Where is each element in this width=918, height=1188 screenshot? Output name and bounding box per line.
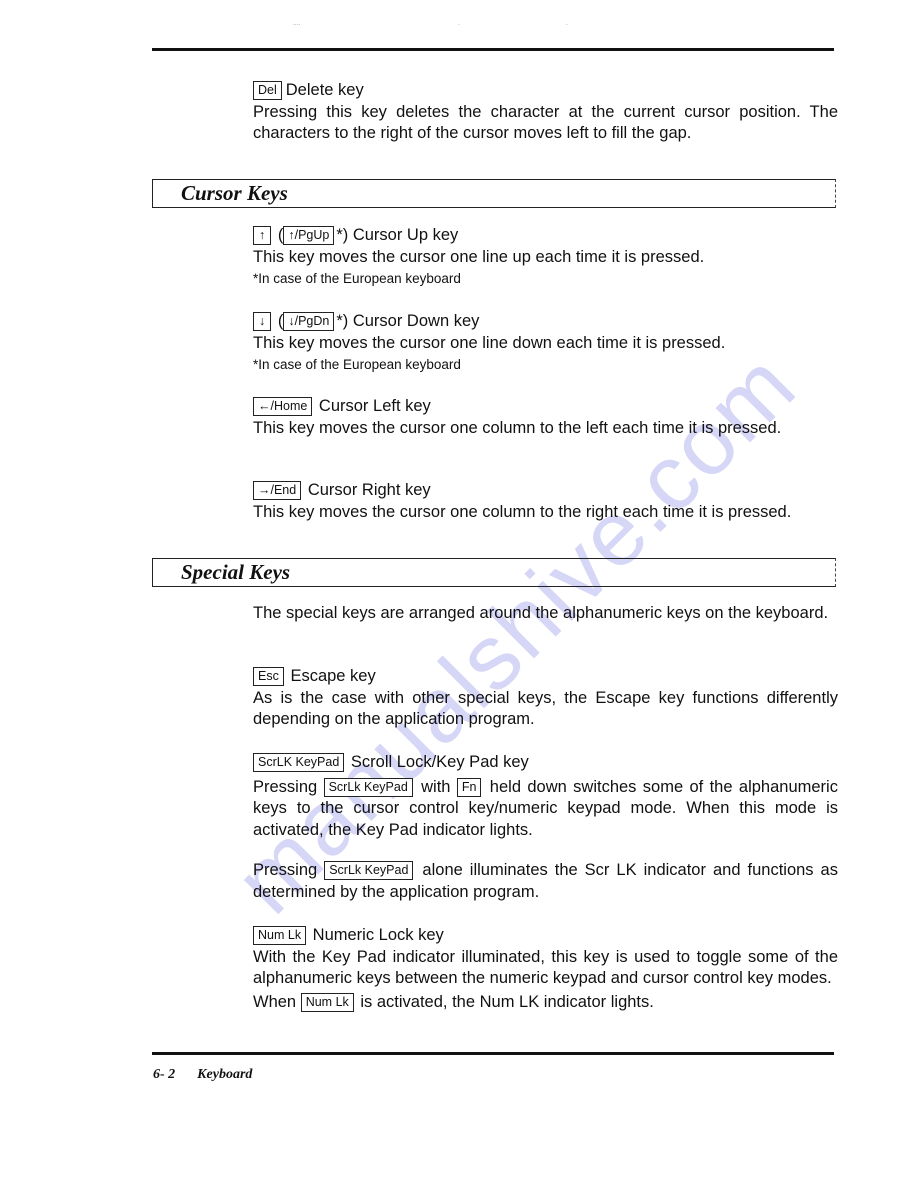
keycap-pgup: ↑/PgUp bbox=[283, 226, 335, 245]
keycap-scrlk-keypad: ScrLK KeyPad bbox=[253, 753, 345, 772]
cursor-right-entry: →/End Cursor Right key This key moves th… bbox=[253, 480, 838, 523]
section-title: Special Keys bbox=[181, 560, 291, 584]
body-text: Pressing bbox=[253, 777, 318, 796]
delete-key-entry: Del Delete key Pressing this key deletes … bbox=[253, 80, 838, 145]
chapter-title: Keyboard bbox=[197, 1067, 253, 1082]
special-keys-intro: The special keys are arranged around the… bbox=[253, 603, 838, 625]
keycap-pgdn: ↓/PgDn bbox=[283, 312, 335, 331]
entry-title: Cursor Up key bbox=[352, 226, 459, 244]
entry-title: Scroll Lock/Key Pad key bbox=[350, 753, 529, 771]
keycap-right-end: →/End bbox=[253, 481, 302, 500]
section-heading-cursor-keys: Cursor Keys bbox=[152, 179, 836, 208]
manual-page: manualshive.com .... . . Del Delete key P… bbox=[0, 0, 918, 1188]
entry-body: With the Key Pad indicator illuminated, … bbox=[253, 947, 838, 988]
keycap-fn: Fn bbox=[456, 777, 482, 797]
footer-rule bbox=[152, 1052, 834, 1055]
entry-title: Cursor Down key bbox=[352, 312, 480, 330]
entry-title: Cursor Right key bbox=[307, 481, 431, 499]
section-heading-special-keys: Special Keys bbox=[152, 558, 836, 587]
keycap-num-lk: Num Lk bbox=[253, 926, 307, 945]
keycap-scrlk-keypad: ScrLk KeyPad bbox=[324, 861, 414, 880]
scan-artifact: .... bbox=[293, 20, 301, 27]
entry-body: This key moves the cursor one column to … bbox=[253, 502, 792, 521]
entry-title: Numeric Lock key bbox=[312, 926, 444, 944]
intro-text: The special keys are arranged around the… bbox=[253, 604, 829, 622]
num-lock-entry: Num Lk Numeric Lock key With the Key Pad… bbox=[253, 925, 838, 1013]
entry-body: This key moves the cursor one line up ea… bbox=[253, 247, 705, 266]
keycap-del: Del bbox=[253, 81, 282, 100]
keycap-num-lk: Num Lk bbox=[300, 992, 354, 1012]
scroll-lock-entry: ScrLK KeyPad Scroll Lock/Key Pad key Pre… bbox=[253, 752, 838, 903]
entry-body: This key moves the cursor one line down … bbox=[253, 333, 726, 352]
body-text: with bbox=[421, 777, 451, 796]
page-footer: 6- 2 Keyboard bbox=[153, 1067, 252, 1083]
entry-title: Delete key bbox=[285, 81, 364, 99]
entry-body: Pressing ScrLk KeyPad with Fn held down … bbox=[253, 777, 838, 842]
entry-body: Pressing this key deletes the character … bbox=[253, 102, 838, 143]
entry-footnote: *In case of the European keyboard bbox=[253, 357, 461, 372]
keycap-up-arrow: ↑ bbox=[253, 226, 272, 245]
page-number: 6- 2 bbox=[153, 1067, 176, 1082]
cursor-left-entry: ←/Home Cursor Left key This key moves th… bbox=[253, 396, 838, 439]
scan-artifact: . bbox=[458, 20, 460, 27]
body-text: When bbox=[253, 992, 297, 1011]
entry-body: When Num Lk is activated, the Num LK ind… bbox=[253, 992, 838, 1014]
cursor-down-entry: ↓ (↓/PgDn *) Cursor Down key This key mov… bbox=[253, 311, 838, 374]
body-text: is activated, the Num LK indicator light… bbox=[360, 992, 654, 1011]
cursor-up-entry: ↑ (↑/PgUp *) Cursor Up key This key moves… bbox=[253, 225, 838, 288]
keycap-down-arrow: ↓ bbox=[253, 312, 272, 331]
keycap-scrlk-keypad: ScrLk KeyPad bbox=[323, 777, 413, 797]
entry-body: Pressing ScrLk KeyPad alone illuminates … bbox=[253, 860, 838, 903]
keycap-left-home: ←/Home bbox=[253, 397, 313, 416]
header-rule bbox=[152, 48, 834, 51]
scan-artifact: . bbox=[566, 20, 568, 27]
entry-body: This key moves the cursor one column to … bbox=[253, 418, 782, 437]
section-title: Cursor Keys bbox=[181, 181, 288, 205]
entry-body: As is the case with other special keys, … bbox=[253, 688, 838, 729]
entry-title: Escape key bbox=[290, 667, 376, 685]
escape-key-entry: Esc Escape key As is the case with other… bbox=[253, 666, 838, 731]
keycap-esc: Esc bbox=[253, 667, 284, 686]
entry-footnote: *In case of the European keyboard bbox=[253, 271, 461, 286]
body-text: Pressing bbox=[253, 861, 318, 879]
entry-title: Cursor Left key bbox=[318, 397, 431, 415]
